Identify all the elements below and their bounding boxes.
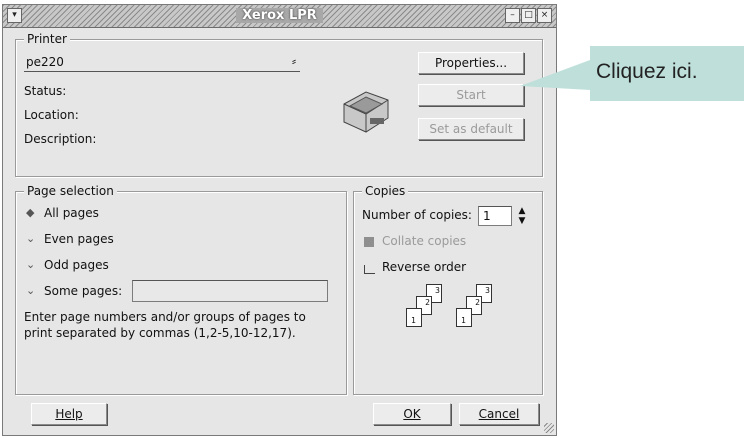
callout-text: Cliquez ici. [596, 60, 698, 83]
